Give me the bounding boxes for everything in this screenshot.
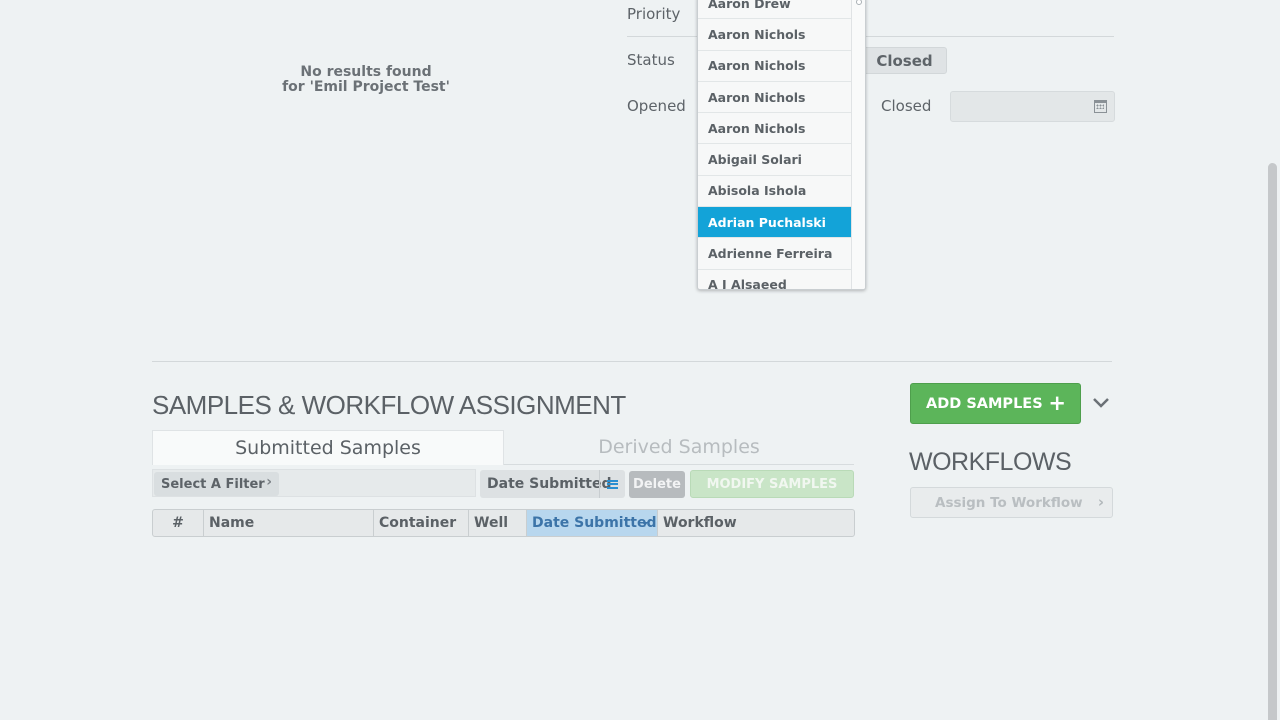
sort-label: Date Submitted <box>487 476 612 492</box>
plus-icon: + <box>1048 391 1066 415</box>
priority-label: Priority <box>627 5 681 23</box>
add-samples-button[interactable]: ADD SAMPLES + <box>910 383 1081 424</box>
closed-label: Closed <box>881 97 932 115</box>
column-workflow[interactable]: Workflow <box>658 510 854 536</box>
assign-to-workflow-label: Assign To Workflow <box>935 494 1083 511</box>
dropdown-option[interactable]: Adrian Puchalski <box>698 207 851 239</box>
dropdown-option[interactable]: Aaron Nichols <box>698 51 851 82</box>
dropdown-option[interactable]: Aaron Nichols <box>698 82 851 114</box>
dropdown-scroll-thumb[interactable] <box>856 0 862 5</box>
tab-derived-samples[interactable]: Derived Samples <box>504 430 854 465</box>
chevron-right-icon: › <box>266 474 272 490</box>
column-number[interactable]: # <box>153 510 204 536</box>
chevron-down-icon[interactable] <box>1091 393 1111 413</box>
user-dropdown-list[interactable]: Aaron Drew Aaron Nichols Aaron Nichols Aaro… <box>697 0 866 290</box>
column-name[interactable]: Name <box>204 510 374 536</box>
select-filter-label: Select A Filter <box>161 476 265 492</box>
modify-samples-button[interactable]: MODIFY SAMPLES <box>690 470 854 498</box>
sort-order-button[interactable] <box>599 470 625 498</box>
workflows-title: WORKFLOWS <box>909 448 1072 476</box>
section-divider <box>152 361 1112 362</box>
page-scrollbar[interactable] <box>1268 163 1277 720</box>
dropdown-scrollbar[interactable] <box>851 0 865 289</box>
dropdown-options: Aaron Drew Aaron Nichols Aaron Nichols Aaro… <box>698 0 851 289</box>
chevron-right-icon: › <box>1097 493 1104 511</box>
delete-button[interactable]: Delete <box>629 471 685 498</box>
dropdown-option[interactable]: Aaron Nichols <box>698 19 851 51</box>
sort-dropdown[interactable]: Date Submitted <box>480 470 625 498</box>
status-closed-button[interactable]: Closed <box>862 47 947 74</box>
opened-label: Opened <box>627 97 686 115</box>
tab-submitted-samples[interactable]: Submitted Samples <box>152 430 504 465</box>
closed-date-input[interactable] <box>950 91 1115 122</box>
sort-arrow-icon <box>642 522 648 526</box>
column-container[interactable]: Container <box>374 510 469 536</box>
column-date-submitted-label: Date Submitted <box>532 515 657 531</box>
select-filter-button[interactable]: Select A Filter › <box>154 472 279 496</box>
calendar-icon[interactable] <box>1094 100 1107 113</box>
no-results-message: No results found for 'Emil Project Test' <box>256 65 476 95</box>
samples-table-header: # Name Container Well Date Submitted Wor… <box>152 509 855 537</box>
dropdown-option[interactable]: Aaron Drew <box>698 0 851 20</box>
sort-lines-icon <box>607 479 618 489</box>
column-well[interactable]: Well <box>469 510 527 536</box>
no-results-line1: No results found <box>300 64 432 80</box>
samples-section-title: SAMPLES & WORKFLOW ASSIGNMENT <box>152 390 626 420</box>
no-results-line2: for 'Emil Project Test' <box>282 79 450 95</box>
column-date-submitted[interactable]: Date Submitted <box>527 510 658 536</box>
dropdown-option[interactable]: Abisola Ishola <box>698 176 851 208</box>
dropdown-option[interactable]: Abigail Solari <box>698 144 851 176</box>
dropdown-option[interactable]: A J Alsaeed <box>698 270 851 289</box>
add-samples-label: ADD SAMPLES <box>926 395 1043 412</box>
dropdown-option[interactable]: Aaron Nichols <box>698 113 851 145</box>
assign-to-workflow-button[interactable]: Assign To Workflow › <box>910 487 1113 518</box>
dropdown-option[interactable]: Adrienne Ferreira <box>698 238 851 270</box>
status-label: Status <box>627 51 675 69</box>
